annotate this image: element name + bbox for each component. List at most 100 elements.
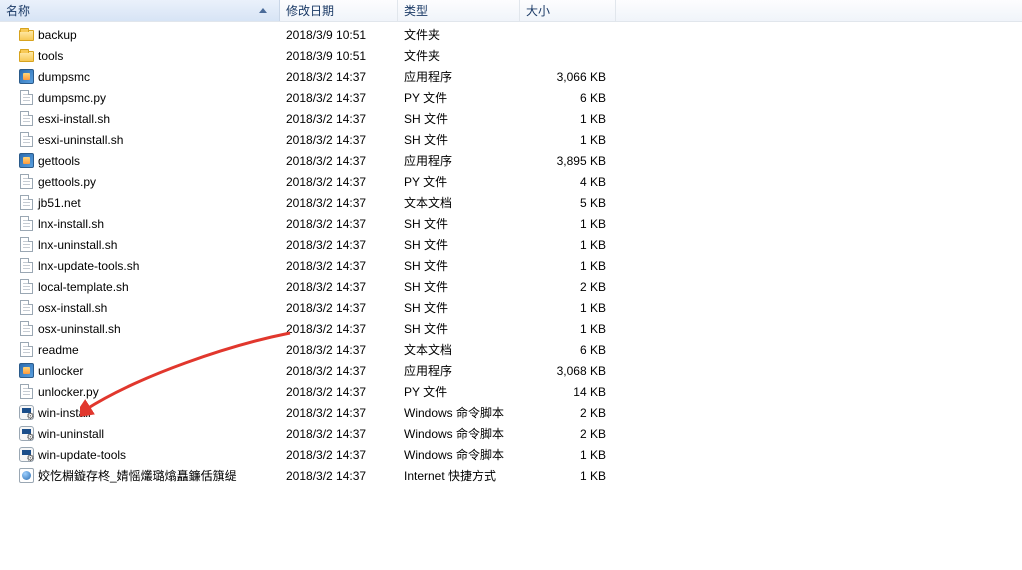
file-size: 6 KB [520, 343, 616, 357]
file-type: SH 文件 [398, 131, 520, 148]
file-type: Internet 快捷方式 [398, 467, 520, 484]
application-icon [18, 153, 34, 169]
file-row[interactable]: esxi-uninstall.sh2018/3/2 14:37SH 文件1 KB [0, 129, 1022, 150]
file-row[interactable]: dumpsmc.py2018/3/2 14:37PY 文件6 KB [0, 87, 1022, 108]
file-date: 2018/3/2 14:37 [280, 70, 398, 84]
file-size: 1 KB [520, 448, 616, 462]
file-date: 2018/3/2 14:37 [280, 259, 398, 273]
file-row[interactable]: win-uninstall2018/3/2 14:37Windows 命令脚本2… [0, 423, 1022, 444]
file-name: gettools.py [38, 175, 96, 189]
application-icon [18, 69, 34, 85]
sort-ascending-icon [259, 8, 267, 13]
file-date: 2018/3/2 14:37 [280, 217, 398, 231]
file-date: 2018/3/2 14:37 [280, 427, 398, 441]
file-date: 2018/3/2 14:37 [280, 196, 398, 210]
cmd-script-icon [18, 447, 34, 463]
file-icon [18, 258, 34, 274]
file-name: unlocker.py [38, 385, 99, 399]
file-name: esxi-uninstall.sh [38, 133, 123, 147]
file-row[interactable]: unlocker.py2018/3/2 14:37PY 文件14 KB [0, 381, 1022, 402]
file-date: 2018/3/2 14:37 [280, 133, 398, 147]
file-icon [18, 342, 34, 358]
file-date: 2018/3/2 14:37 [280, 280, 398, 294]
file-name: osx-uninstall.sh [38, 322, 121, 336]
file-name: lnx-uninstall.sh [38, 238, 117, 252]
file-row[interactable]: esxi-install.sh2018/3/2 14:37SH 文件1 KB [0, 108, 1022, 129]
file-size: 3,068 KB [520, 364, 616, 378]
file-row[interactable]: lnx-update-tools.sh 2018/3/2 14:37SH 文件1 … [0, 255, 1022, 276]
file-row[interactable]: osx-install.sh2018/3/2 14:37SH 文件1 KB [0, 297, 1022, 318]
file-icon [18, 216, 34, 232]
file-row[interactable]: readme2018/3/2 14:37文本文档6 KB [0, 339, 1022, 360]
file-type: SH 文件 [398, 110, 520, 127]
file-name: win-install [38, 406, 91, 420]
file-name: dumpsmc [38, 70, 90, 84]
file-name: win-update-tools [38, 448, 126, 462]
file-size: 3,066 KB [520, 70, 616, 84]
file-name: unlocker [38, 364, 83, 378]
file-type: SH 文件 [398, 320, 520, 337]
file-list: backup 2018/3/9 10:51文件夹 tools 2018/3/9 10:… [0, 22, 1022, 486]
file-date: 2018/3/2 14:37 [280, 175, 398, 189]
file-type: 文本文档 [398, 194, 520, 211]
file-size: 4 KB [520, 175, 616, 189]
file-row[interactable]: win-update-tools2018/3/2 14:37Windows 命令… [0, 444, 1022, 465]
file-date: 2018/3/2 14:37 [280, 448, 398, 462]
file-row[interactable]: local-template.sh2018/3/2 14:37SH 文件2 KB [0, 276, 1022, 297]
file-row[interactable]: 姣忔棩鏇存柊_婧愮爜璐熻矗鐮佸簱缇2018/3/2 14:37Internet … [0, 465, 1022, 486]
application-icon [18, 363, 34, 379]
file-name: esxi-install.sh [38, 112, 110, 126]
file-row[interactable]: dumpsmc2018/3/2 14:37应用程序3,066 KB [0, 66, 1022, 87]
file-date: 2018/3/9 10:51 [280, 49, 398, 63]
file-date: 2018/3/2 14:37 [280, 364, 398, 378]
file-row[interactable]: win-install2018/3/2 14:37Windows 命令脚本2 K… [0, 402, 1022, 423]
file-name: readme [38, 343, 79, 357]
column-header-type[interactable]: 类型 [398, 0, 520, 21]
file-type: SH 文件 [398, 257, 520, 274]
file-type: Windows 命令脚本 [398, 425, 520, 442]
file-name: win-uninstall [38, 427, 104, 441]
file-size: 1 KB [520, 259, 616, 273]
file-icon [18, 321, 34, 337]
column-header-date[interactable]: 修改日期 [280, 0, 398, 21]
file-row[interactable]: tools 2018/3/9 10:51文件夹 [0, 45, 1022, 66]
file-size: 1 KB [520, 322, 616, 336]
file-date: 2018/3/2 14:37 [280, 469, 398, 483]
file-type: SH 文件 [398, 236, 520, 253]
file-name: lnx-update-tools.sh [38, 259, 139, 273]
file-type: 应用程序 [398, 152, 520, 169]
file-type: 文件夹 [398, 47, 520, 64]
column-header-size[interactable]: 大小 [520, 0, 616, 21]
folder-icon [18, 48, 34, 64]
file-name: tools [38, 49, 63, 63]
file-row[interactable]: backup2018/3/9 10:51文件夹 [0, 24, 1022, 45]
file-row[interactable]: jb51.net 2018/3/2 14:37文本文档5 KB [0, 192, 1022, 213]
file-size: 2 KB [520, 406, 616, 420]
file-icon [18, 300, 34, 316]
column-header-row: 名称 修改日期 类型 大小 [0, 0, 1022, 22]
file-row[interactable]: osx-uninstall.sh2018/3/2 14:37SH 文件1 KB [0, 318, 1022, 339]
file-name: lnx-install.sh [38, 217, 104, 231]
file-row[interactable]: lnx-install.sh2018/3/2 14:37SH 文件1 KB [0, 213, 1022, 234]
file-date: 2018/3/2 14:37 [280, 343, 398, 357]
file-size: 1 KB [520, 469, 616, 483]
column-header-type-label: 类型 [404, 2, 428, 19]
file-type: PY 文件 [398, 383, 520, 400]
file-date: 2018/3/2 14:37 [280, 91, 398, 105]
file-date: 2018/3/2 14:37 [280, 301, 398, 315]
file-row[interactable]: unlocker2018/3/2 14:37应用程序3,068 KB [0, 360, 1022, 381]
file-date: 2018/3/9 10:51 [280, 28, 398, 42]
file-size: 5 KB [520, 196, 616, 210]
file-type: PY 文件 [398, 89, 520, 106]
file-name: backup [38, 28, 77, 42]
file-date: 2018/3/2 14:37 [280, 238, 398, 252]
cmd-script-icon [18, 405, 34, 421]
file-name: jb51.net [38, 196, 81, 210]
file-row[interactable]: gettools2018/3/2 14:37应用程序3,895 KB [0, 150, 1022, 171]
file-row[interactable]: lnx-uninstall.sh2018/3/2 14:37SH 文件1 KB [0, 234, 1022, 255]
file-row[interactable]: gettools.py2018/3/2 14:37PY 文件4 KB [0, 171, 1022, 192]
file-size: 1 KB [520, 112, 616, 126]
file-icon [18, 174, 34, 190]
column-header-name-label: 名称 [6, 2, 30, 19]
column-header-name[interactable]: 名称 [0, 0, 280, 21]
